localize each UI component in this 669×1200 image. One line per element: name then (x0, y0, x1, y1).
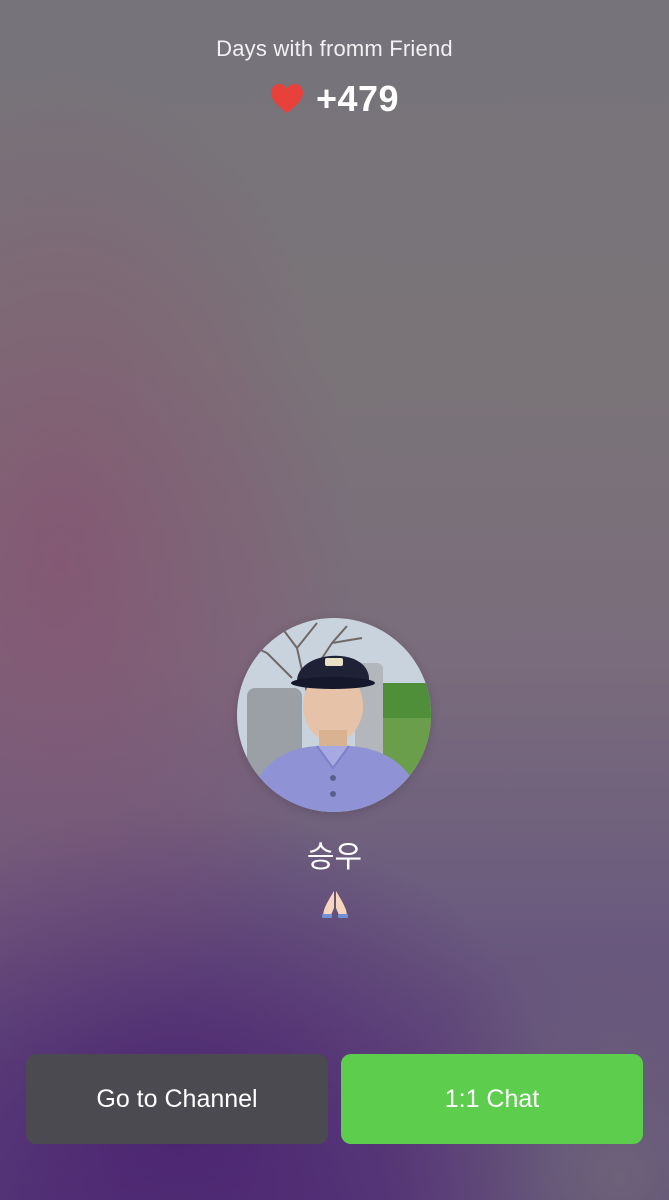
days-with-label: Days with fromm Friend (216, 36, 453, 61)
folded-hands-icon (321, 891, 348, 918)
days-count: +479 (315, 78, 400, 119)
heart-icon (270, 84, 303, 113)
go-to-channel-button[interactable]: Go to Channel (26, 1054, 328, 1144)
avatar[interactable] (237, 618, 431, 812)
status-message (0, 888, 669, 923)
friend-profile-screen: Days with fromm Friend +479 승우 Go to Cha… (0, 0, 669, 1200)
days-counter: +479 (0, 78, 669, 120)
one-on-one-chat-button[interactable]: 1:1 Chat (341, 1054, 643, 1144)
profile-name: 승우 (306, 840, 363, 875)
